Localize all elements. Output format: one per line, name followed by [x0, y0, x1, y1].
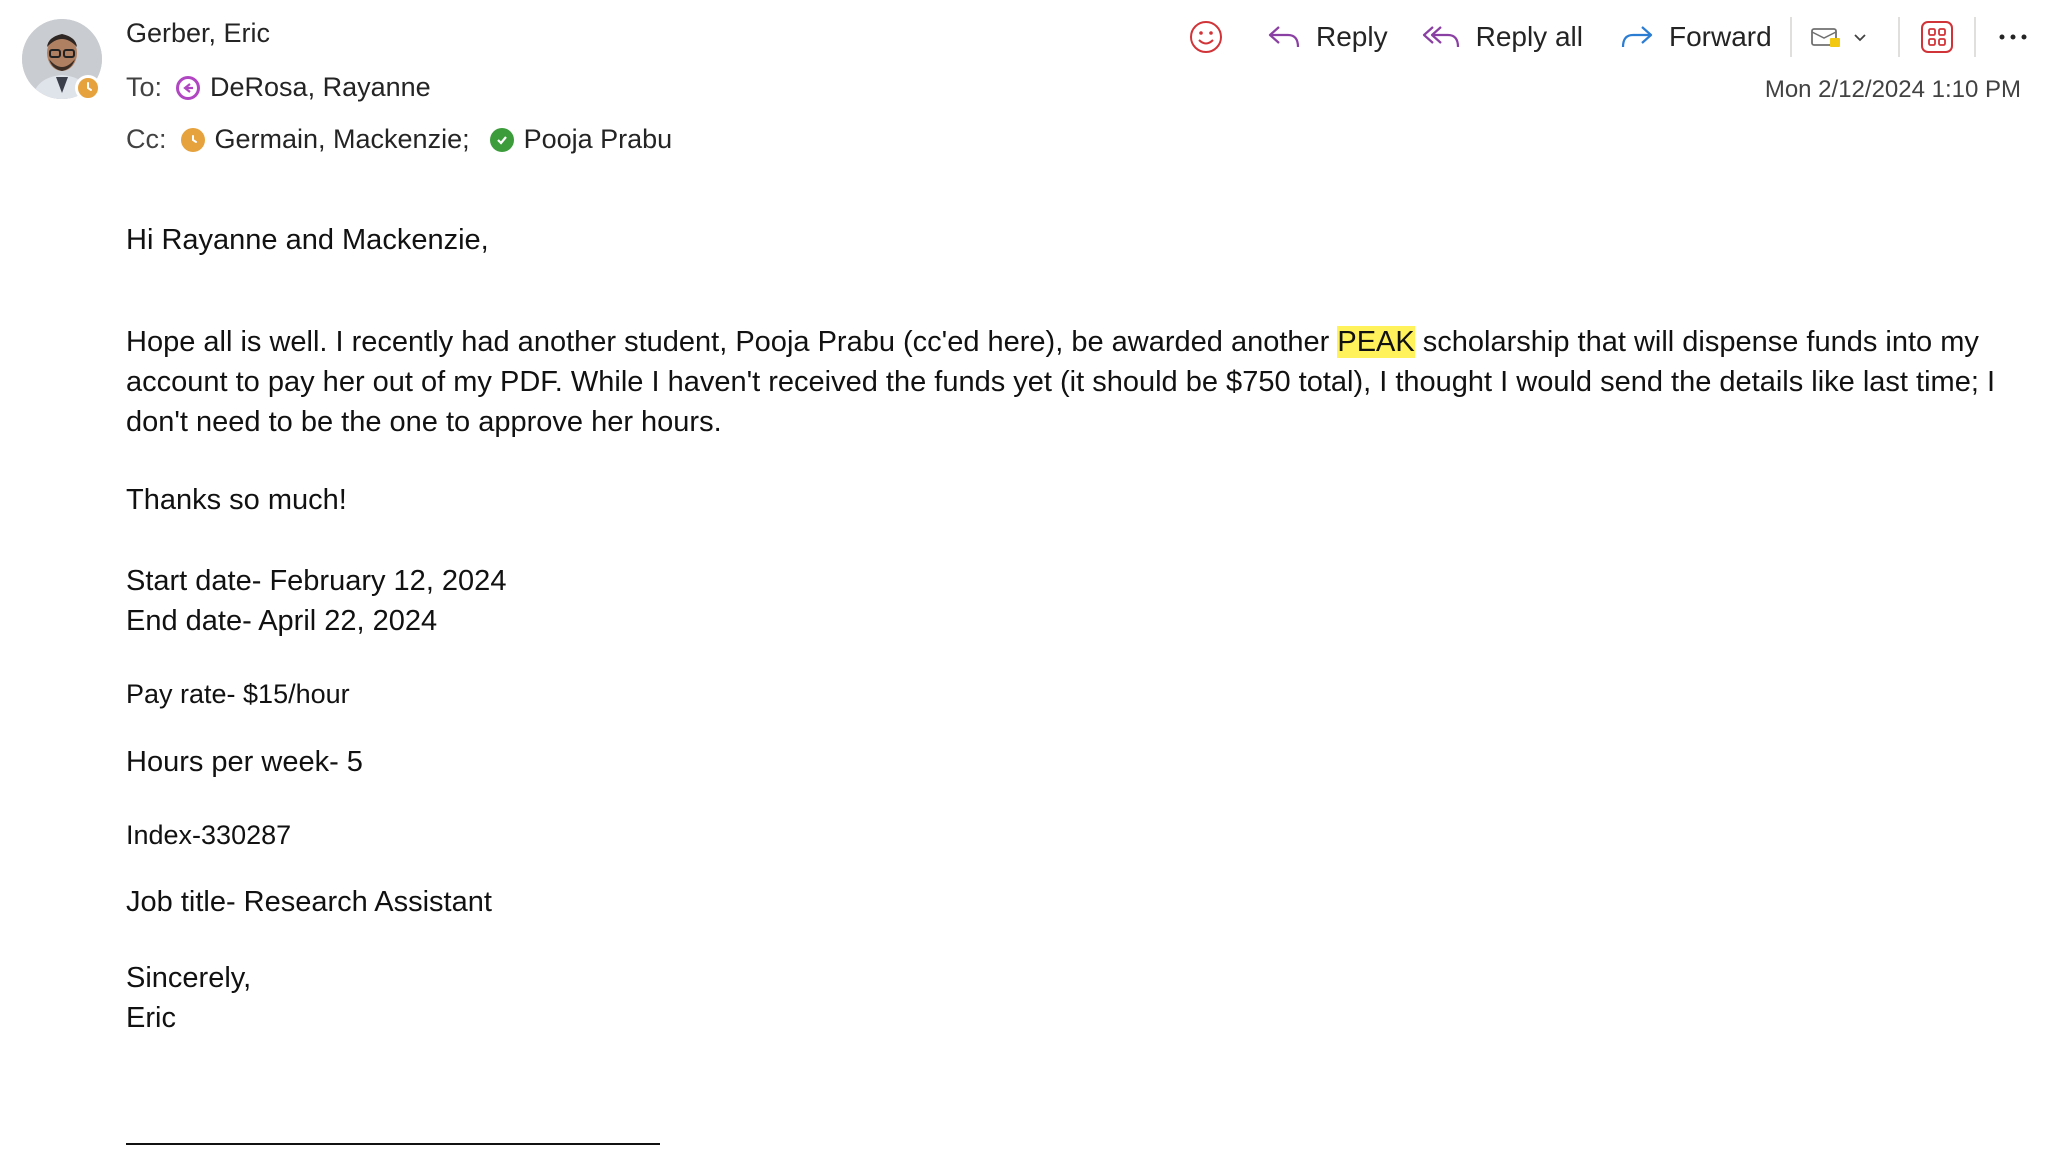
- pay-rate-line: Pay rate- $15/hour: [126, 679, 350, 709]
- thanks-line: Thanks so much!: [126, 484, 347, 516]
- presence-out-of-office-icon: [176, 75, 201, 100]
- start-date-line: Start date- February 12, 2024: [126, 565, 507, 597]
- ellipsis-icon: [1999, 34, 2027, 40]
- toolbar-divider: [1897, 17, 1900, 57]
- to-label: To:: [126, 72, 163, 102]
- cc-recipient[interactable]: Germain, Mackenzie;: [215, 124, 470, 155]
- reply-all-arrow-icon: [1422, 26, 1459, 48]
- toolbar-divider: [1973, 17, 1976, 57]
- paragraph-text-start: Hope all is well. I recently had another…: [126, 326, 1338, 358]
- presence-available-icon: [489, 127, 514, 152]
- forward-arrow-icon: [1621, 26, 1653, 48]
- apps-grid-icon: [1920, 21, 1953, 53]
- toolbar-divider: [1789, 17, 1792, 57]
- sender-presence-away-icon: [75, 75, 101, 101]
- closing-line: Sincerely,: [126, 962, 252, 994]
- reply-arrow-icon: [1268, 26, 1300, 48]
- greeting: Hi Rayanne and Mackenzie,: [126, 224, 489, 256]
- cc-recipient[interactable]: Pooja Prabu: [524, 124, 673, 155]
- to-line: To: DeRosa, Rayanne: [126, 72, 431, 103]
- cc-line: Cc: Germain, Mackenzie; Pooja Prabu: [126, 124, 672, 155]
- presence-away-icon: [180, 127, 205, 152]
- forward-label: Forward: [1668, 21, 1772, 52]
- chevron-down-icon: [1854, 34, 1866, 42]
- reaction-button[interactable]: [1188, 19, 1224, 55]
- sent-date: Mon 2/12/2024 1:10 PM: [1764, 76, 2021, 103]
- job-title-line: Job title- Research Assistant: [126, 886, 492, 918]
- message-toolbar: Reply Reply all Forward: [1188, 16, 2028, 58]
- more-options-button[interactable]: [1998, 32, 2028, 42]
- more-actions-dropdown[interactable]: [1810, 24, 1870, 50]
- to-recipient[interactable]: DeRosa, Rayanne: [210, 72, 431, 103]
- hours-line: Hours per week- 5: [126, 746, 363, 778]
- emoji-smile-icon: [1190, 21, 1222, 53]
- end-date-line: End date- April 22, 2024: [126, 605, 438, 637]
- reply-all-button[interactable]: Reply all: [1422, 21, 1583, 53]
- signature-name: Eric: [126, 1002, 176, 1034]
- forward-button[interactable]: Forward: [1619, 21, 1772, 53]
- reply-button[interactable]: Reply: [1266, 21, 1388, 53]
- sender-name[interactable]: Gerber, Eric: [126, 18, 270, 49]
- body-paragraph: Hope all is well. I recently had another…: [126, 322, 2006, 442]
- meeting-card-icon: [1810, 28, 1840, 47]
- reply-label: Reply: [1316, 21, 1388, 52]
- apps-button[interactable]: [1920, 20, 1954, 54]
- reply-all-label: Reply all: [1475, 21, 1583, 52]
- index-line: Index-330287: [126, 820, 292, 850]
- signature-divider: [126, 1143, 660, 1145]
- cc-label: Cc:: [126, 124, 167, 154]
- highlighted-term: PEAK: [1337, 326, 1415, 358]
